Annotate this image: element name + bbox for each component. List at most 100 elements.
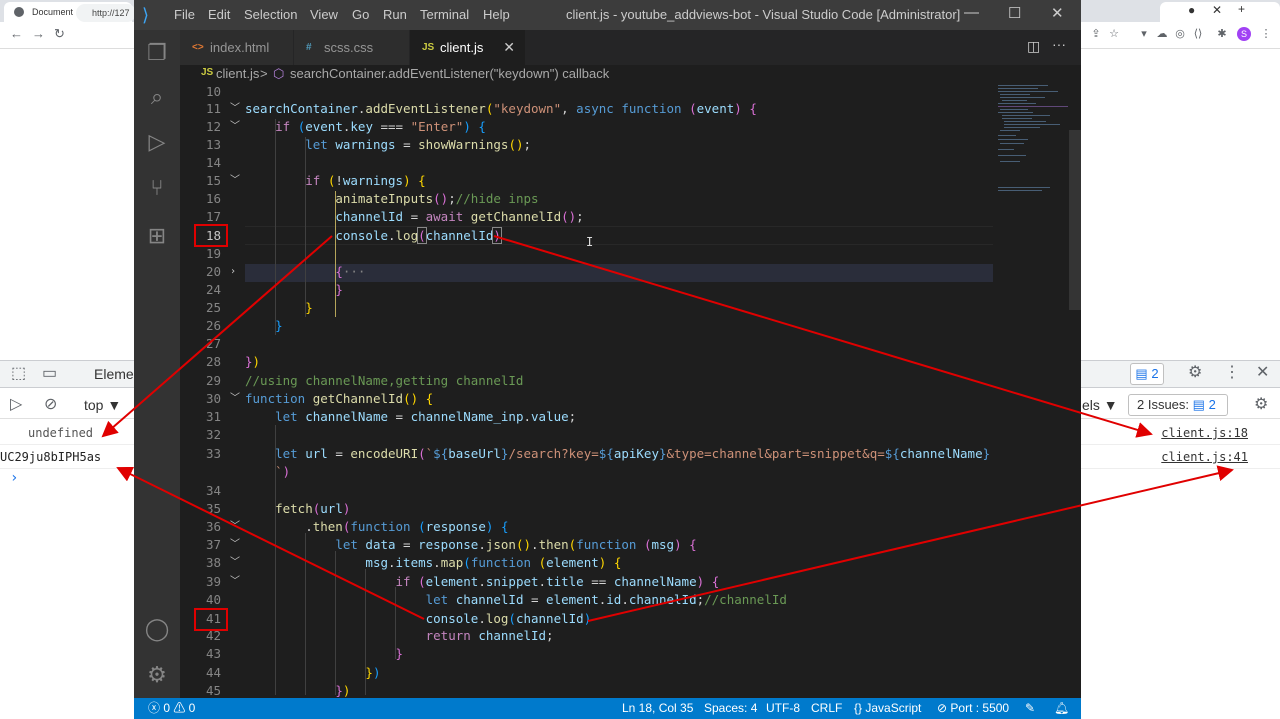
feedback-icon[interactable]: ✎ [1025, 698, 1035, 719]
close-window-icon[interactable]: ✕ [1051, 4, 1064, 22]
fold-chevron-right-icon[interactable]: › [230, 263, 240, 281]
code-editor[interactable]: 10 11 12 13 14 15 16 17 18 19 20 24 25 2… [180, 83, 1081, 698]
line-number: 16 [205, 191, 221, 206]
profile-avatar[interactable]: S [1237, 27, 1251, 41]
line-number: 12 [205, 119, 221, 134]
code-line: fetch(url) [275, 501, 351, 516]
editor-scrollbar[interactable] [1069, 130, 1081, 310]
maximize-icon[interactable]: ☐ [1008, 4, 1021, 22]
extensions-puzzle-icon[interactable]: ✱ [1216, 28, 1228, 40]
run-debug-icon[interactable]: ▷ [144, 129, 170, 155]
end-of-line[interactable]: CRLF [811, 698, 842, 719]
line-number: 26 [205, 318, 221, 333]
tab-index-html[interactable]: <> index.html [180, 30, 294, 65]
tab-label: client.js [440, 40, 484, 55]
accounts-icon[interactable]: ◯ [144, 616, 170, 642]
line-number: 37 [205, 537, 221, 552]
bookmark-star-icon[interactable]: ☆ [1108, 28, 1120, 40]
issues-badge[interactable]: ▤ 2 [1130, 363, 1164, 385]
live-server-port[interactable]: ⊘ Port : 5500 [937, 698, 1009, 719]
vscode-window: ⟩ File Edit Selection View Go Run Termin… [134, 0, 1081, 719]
code-line: let channelName = channelName_inp.value; [275, 409, 577, 424]
share-icon[interactable]: ⇪ [1090, 28, 1102, 40]
fold-chevron-down-icon[interactable]: ﹀ [230, 518, 240, 536]
menu-edit[interactable]: Edit [208, 7, 230, 22]
more-actions-icon[interactable]: ··· [1052, 36, 1066, 52]
minimap[interactable] [994, 83, 1074, 223]
close-tab-icon[interactable]: ✕ [503, 30, 515, 65]
menu-view[interactable]: View [310, 7, 338, 22]
message-icon: ▤ [1135, 366, 1148, 381]
issues-count: 2 [1208, 397, 1216, 412]
reload-icon[interactable]: ↻ [54, 26, 65, 42]
language-mode[interactable]: {} JavaScript [854, 698, 921, 719]
search-icon[interactable]: ⌕ [144, 84, 170, 110]
extension-code-icon[interactable]: ⟨⟩ [1192, 28, 1204, 40]
forward-arrow-icon[interactable]: → [32, 26, 45, 41]
device-toolbar-icon[interactable]: ▭ [42, 366, 57, 382]
log-source-link[interactable]: client.js:41 [1161, 446, 1248, 468]
encoding[interactable]: UTF-8 [766, 698, 800, 719]
context-selector[interactable]: top ▼ [84, 397, 121, 413]
fold-chevron-down-icon[interactable]: ﹀ [230, 554, 240, 572]
manage-gear-icon[interactable]: ⚙ [144, 662, 170, 688]
breadcrumb-symbol[interactable]: searchContainer.addEventListener("keydow… [290, 65, 609, 83]
line-number: 28 [205, 354, 221, 369]
source-control-icon[interactable]: ⑂ [144, 175, 170, 201]
vscode-logo-icon: ⟩ [142, 5, 150, 25]
devtools-menu-icon[interactable]: ⋮ [1224, 365, 1240, 381]
indentation[interactable]: Spaces: 4 [704, 698, 757, 719]
notifications-bell-icon[interactable]: 🔔︎ [1054, 698, 1069, 719]
menu-selection[interactable]: Selection [244, 7, 297, 22]
address-bar[interactable]: http://127 [76, 4, 136, 22]
page-favicon-icon [14, 7, 24, 17]
menu-go[interactable]: Go [352, 7, 369, 22]
fold-chevron-down-icon[interactable]: ﹀ [230, 100, 240, 118]
issues-button[interactable]: 2 Issues: ▤ 2 [1128, 394, 1228, 416]
tab-client-js[interactable]: JS client.js ✕ [410, 30, 526, 65]
js-file-icon: JS [201, 67, 214, 78]
browser-new-tab-icon[interactable]: + [1238, 2, 1245, 16]
fold-chevron-down-icon[interactable]: ﹀ [230, 573, 240, 591]
menu-file[interactable]: File [174, 7, 195, 22]
problems-indicator[interactable]: ⓧ 0 ⚠ 0 [148, 698, 195, 719]
context-label: top [84, 397, 104, 413]
log-levels-dropdown[interactable]: els ▼ [1082, 397, 1118, 413]
clear-console-icon[interactable]: ⊘ [44, 397, 57, 413]
code-line: } [335, 282, 343, 297]
menu-help[interactable]: Help [483, 7, 510, 22]
menu-terminal[interactable]: Terminal [420, 7, 469, 22]
extension-icon[interactable]: ▾ [1138, 28, 1150, 40]
split-editor-icon[interactable]: ◫ [1027, 38, 1040, 55]
fold-chevron-down-icon[interactable]: ﹀ [230, 172, 240, 190]
console-settings-icon[interactable]: ⚙ [1254, 397, 1268, 413]
console-prompt[interactable]: › [10, 470, 18, 486]
browser-menu-icon[interactable]: ⋮ [1260, 28, 1272, 40]
line-number: 20 [205, 264, 221, 279]
browser-tab-close-icon[interactable]: ✕ [1212, 3, 1222, 17]
code-line: let channelId = element.id.channelId;//c… [425, 592, 787, 607]
line-number: 14 [205, 155, 221, 170]
extensions-icon[interactable]: ⊞ [144, 223, 170, 249]
symbol-method-icon: ⬡ [273, 66, 285, 81]
log-source-link[interactable]: client.js:18 [1161, 422, 1248, 444]
settings-gear-icon[interactable]: ⚙ [1188, 365, 1202, 381]
tab-scss-css[interactable]: # scss.css [294, 30, 410, 65]
menu-run[interactable]: Run [383, 7, 407, 22]
extension-ring-icon[interactable]: ◎ [1174, 28, 1186, 40]
show-sidebar-icon[interactable]: ▷ [10, 397, 22, 413]
cursor-position[interactable]: Ln 18, Col 35 [622, 698, 693, 719]
devtools-close-icon[interactable]: ✕ [1256, 365, 1269, 381]
breadcrumb-file[interactable]: client.js [216, 65, 259, 83]
fold-chevron-down-icon[interactable]: ﹀ [230, 118, 240, 136]
inspect-element-icon[interactable]: ⬚ [11, 366, 26, 382]
fold-chevron-down-icon[interactable]: ﹀ [230, 536, 240, 554]
fold-chevron-down-icon[interactable]: ﹀ [230, 390, 240, 408]
tab-elements[interactable]: Eleme [94, 366, 134, 382]
extension-cloud-icon[interactable]: ☁ [1156, 28, 1168, 40]
log-message: UC29ju8bIPH5as [0, 450, 102, 464]
code-line: //using channelName,getting channelId [245, 373, 524, 388]
explorer-icon[interactable]: ❐ [144, 40, 170, 66]
back-arrow-icon[interactable]: ← [10, 26, 23, 41]
minimize-icon[interactable]: — [964, 4, 979, 21]
